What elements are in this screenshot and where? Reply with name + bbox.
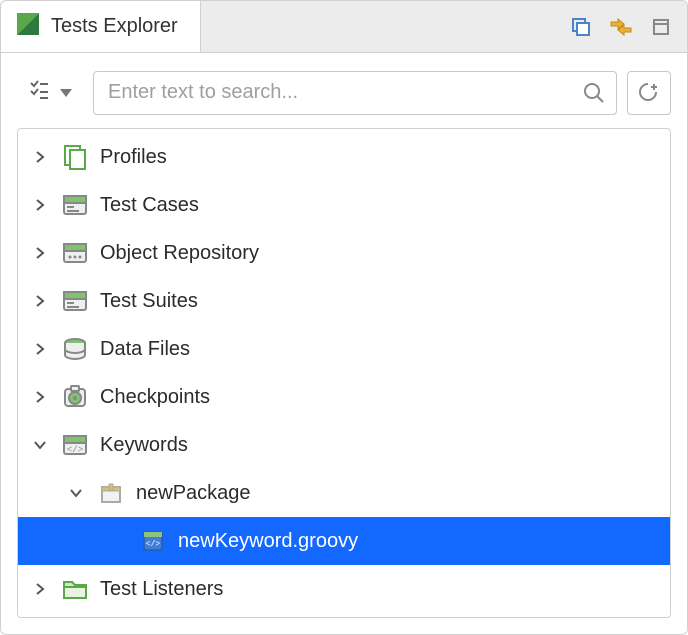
chevron-right-icon[interactable] [30,150,50,164]
tree-item-label: Keywords [100,434,188,457]
tree-item-object-repository[interactable]: Object Repository [18,229,670,277]
tree-item-label: Test Cases [100,194,199,217]
tree-item-label: Test Listeners [100,578,223,601]
panel-titlebar: Tests Explorer [1,1,687,53]
checkpoints-icon [60,382,90,412]
tree-item-label: Test Suites [100,290,198,313]
search-input[interactable] [108,81,578,104]
chevron-down-icon[interactable] [66,488,86,498]
chevron-down-icon[interactable] [30,440,50,450]
tree-item-label: Object Repository [100,242,259,265]
object-repo-icon [60,238,90,268]
tree-item-label: Checkpoints [100,386,210,409]
package-icon [96,478,126,508]
collapse-all-icon[interactable] [567,13,595,41]
chevron-right-icon[interactable] [30,342,50,356]
test-suites-icon [60,286,90,316]
search-icon[interactable] [578,77,610,109]
tree-item-test-cases[interactable]: Test Cases [18,181,670,229]
search-field-wrap [93,71,617,115]
tree-item-label: newKeyword.groovy [178,530,358,553]
filter-dropdown[interactable] [17,69,83,116]
chevron-right-icon[interactable] [30,390,50,404]
tree-item-test-suites[interactable]: Test Suites [18,277,670,325]
link-editor-icon[interactable] [607,13,635,41]
keywords-icon: </> [60,430,90,460]
search-toolbar [1,53,687,128]
chevron-right-icon[interactable] [30,294,50,308]
chevron-right-icon[interactable] [30,198,50,212]
chevron-right-icon[interactable] [30,582,50,596]
test-cases-icon [60,190,90,220]
profiles-icon [60,142,90,172]
tree-item-profiles[interactable]: Profiles [18,133,670,181]
tree-view: Profiles Test Cases Object Repository Te… [17,128,671,618]
app-logo-icon [15,11,41,43]
tree-item-test-listeners[interactable]: Test Listeners [18,565,670,613]
tree-item-new-package[interactable]: newPackage [18,469,670,517]
tree-item-keywords[interactable]: </> Keywords [18,421,670,469]
tree-item-checkpoints[interactable]: Checkpoints [18,373,670,421]
tree-item-label: Profiles [100,146,167,169]
chevron-right-icon[interactable] [30,246,50,260]
svg-text:</>: </> [146,540,161,549]
dropdown-caret-icon [60,84,72,102]
groovy-file-icon: </> [138,526,168,556]
tree-item-new-keyword-file[interactable]: </> newKeyword.groovy [18,517,670,565]
svg-text:</>: </> [67,445,83,455]
tree-item-label: Data Files [100,338,190,361]
checklist-icon [28,78,52,107]
panel-title-tab[interactable]: Tests Explorer [1,1,201,52]
tree-item-label: newPackage [136,482,251,505]
folder-icon [60,574,90,604]
data-files-icon [60,334,90,364]
minimize-panel-icon[interactable] [647,13,675,41]
tree-item-data-files[interactable]: Data Files [18,325,670,373]
tests-explorer-panel: Tests Explorer [0,0,688,635]
panel-title: Tests Explorer [51,15,178,38]
refresh-add-button[interactable] [627,71,671,115]
panel-title-actions [567,13,687,41]
